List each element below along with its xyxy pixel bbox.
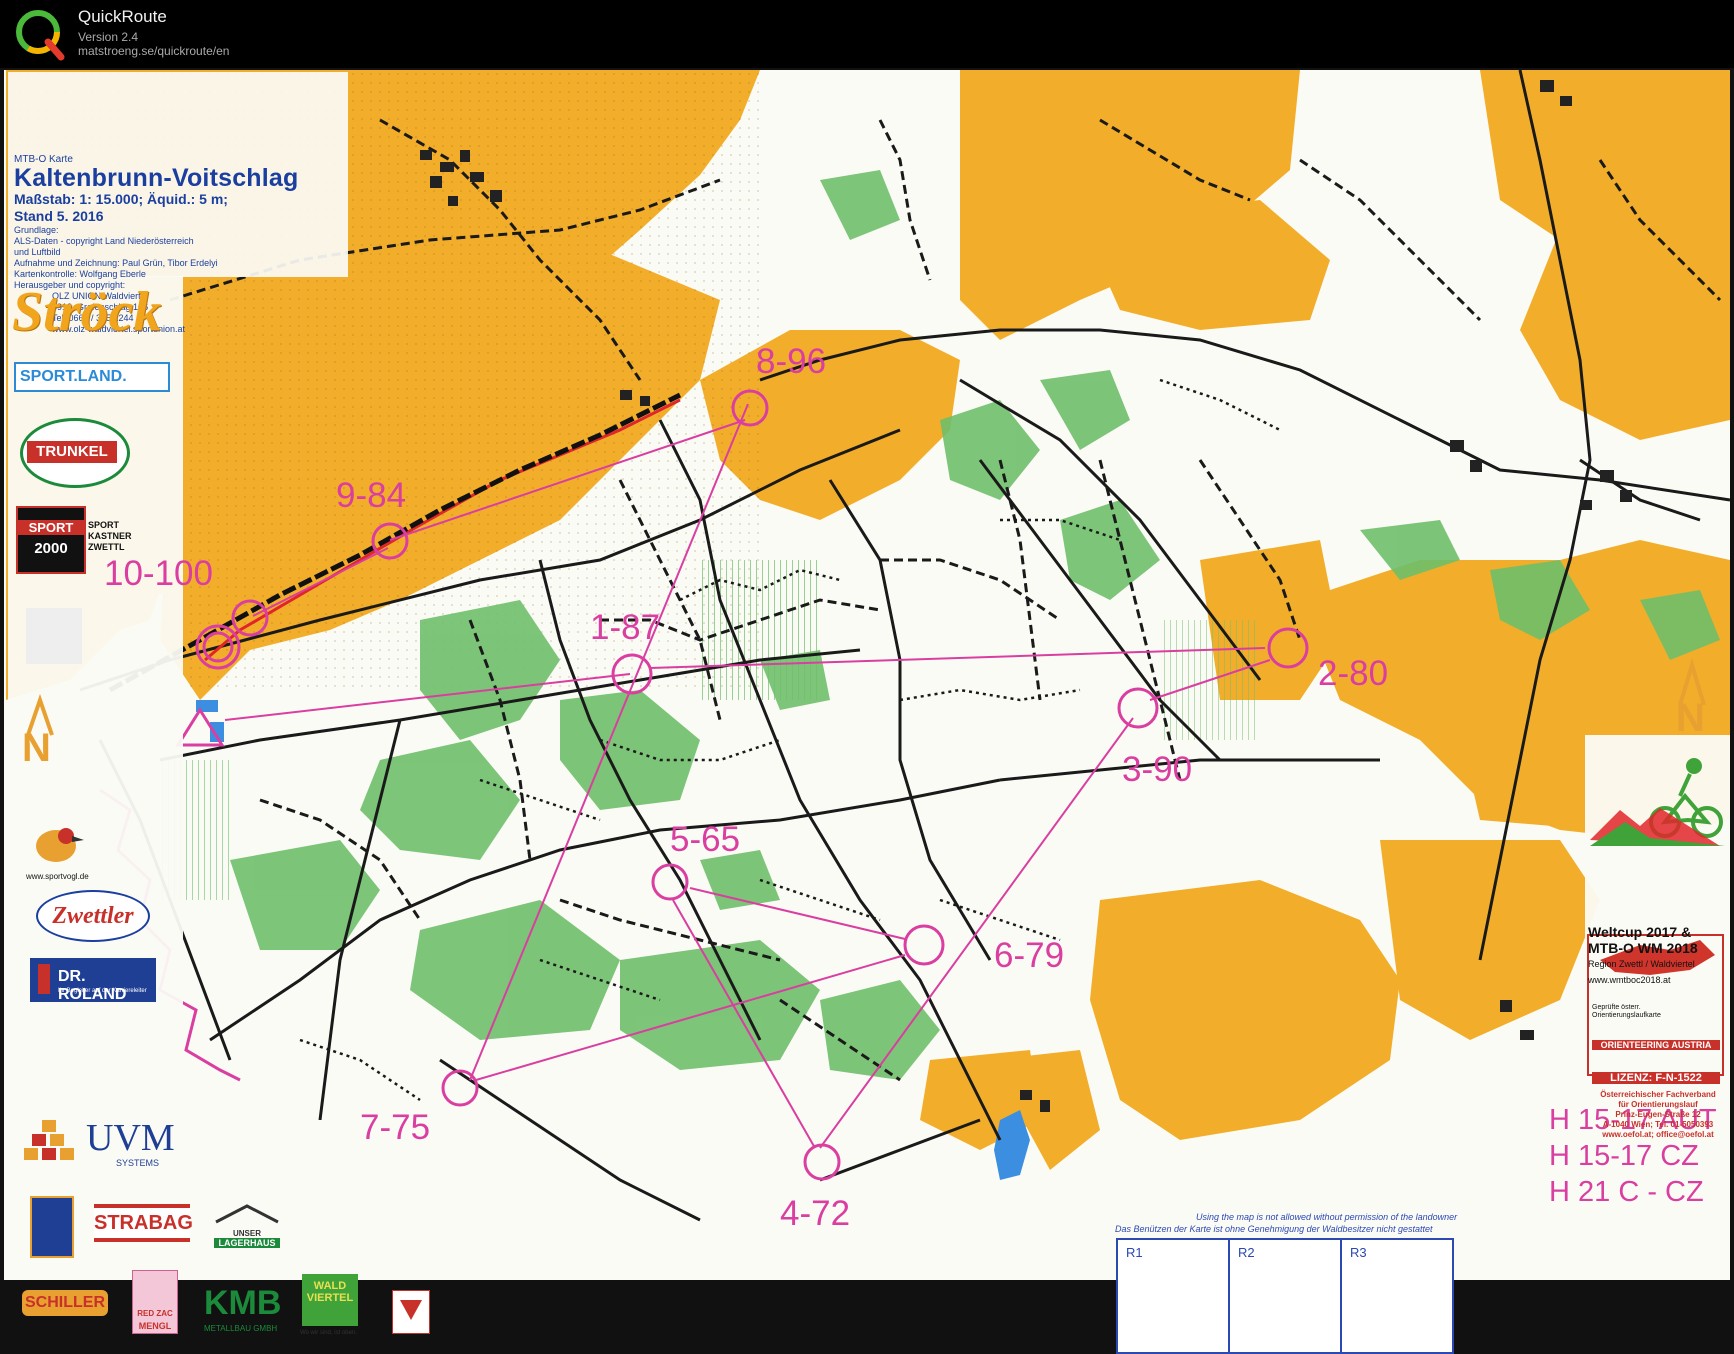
mengl-name: MENGL (138, 1321, 172, 1331)
lighthouse-icon (38, 964, 50, 994)
legend-line: und Luftbild (14, 247, 61, 257)
legend-line: Aufnahme und Zeichnung: Paul Grün, Tibor… (14, 258, 218, 268)
sponsor-strabag: STRABAG (94, 1204, 193, 1242)
kastner-line: ZWETTL (88, 542, 125, 552)
license-line: A-1040 Wien; Tel. 01-5050393 (1602, 1120, 1714, 1129)
sponsor-kastner: SPORT KASTNER ZWETTL (88, 520, 132, 553)
north-label: N (22, 726, 51, 770)
control-label-8: 8-96 (756, 342, 827, 381)
legend-line: ALS-Daten - copyright Land Niederösterre… (14, 236, 194, 246)
sponsor-zwettler: Zwettler (36, 890, 150, 942)
map-title: Kaltenbrunn-Voitschlag (14, 164, 299, 192)
event-url: www.wmtboc2018.at (1588, 975, 1671, 985)
legend-line: Grundlage: (14, 225, 59, 235)
app-url[interactable]: matstroeng.se/quickroute/en (78, 44, 229, 58)
sponsor-stroeck: Ströck (12, 281, 162, 343)
control-label-1: 1-87 (590, 608, 661, 647)
legend-line: Kartenkontrolle: Wolfgang Eberle (14, 269, 146, 279)
license-number: LIZENZ: F-N-1522 (1592, 1072, 1720, 1084)
license-brand: ORIENTEERING AUSTRIA (1592, 1040, 1720, 1050)
sponsor-sport2000-logo: SPORT 2000 (16, 506, 86, 574)
map-scale: Maßstab: 1: 15.000; Äquid.: 5 m; (14, 191, 228, 207)
course-class: H 21 C - CZ (1549, 1176, 1704, 1208)
sponsor-trunkel-logo: TRUNKEL (20, 418, 130, 488)
quickroute-logo-icon (16, 10, 65, 61)
bundesheer-shield-icon (392, 1290, 430, 1334)
sponsor-kmb: KMB (204, 1284, 282, 1322)
result-box-label: R2 (1238, 1245, 1255, 1260)
notice-en: Using the map is not allowed without per… (1196, 1212, 1458, 1222)
sponsor-waldviertel-sub: Wo wir sind, ist oben. (300, 1330, 357, 1336)
event-region: Region Zwettl / Waldviertel (1588, 959, 1695, 969)
control-label-9: 9-84 (336, 476, 407, 515)
app-title: QuickRoute (78, 7, 167, 26)
result-box-r2: R2 (1228, 1238, 1342, 1354)
result-box-label: R1 (1126, 1245, 1143, 1260)
result-box-r1: R1 (1116, 1238, 1230, 1354)
sponsor-waldviertel: WALD VIERTEL (302, 1274, 358, 1326)
result-box-r3: R3 (1340, 1238, 1454, 1354)
license-address: Österreichischer Fachverband für Orienti… (1594, 1090, 1722, 1140)
sponsor-roland-logo: DR. ROLAND Ihr Begleiter auf der Karrier… (30, 958, 156, 1003)
sponsor-uvm-sub: SYSTEMS (116, 1158, 160, 1168)
title-bar: QuickRoute Version 2.4 matstroeng.se/qui… (0, 0, 1734, 68)
control-label-5: 5-65 (670, 820, 741, 859)
event-line: MTB-O WM 2018 (1588, 940, 1698, 956)
sponsor-lagerhaus-logo: UNSER LAGERHAUS (212, 1204, 282, 1254)
lagerhaus-top: UNSER (232, 1229, 261, 1238)
kastner-line: KASTNER (88, 531, 132, 541)
license-line: für Orientierungslauf (1618, 1100, 1698, 1109)
course-class: H 15-17 CZ (1549, 1140, 1699, 1172)
sponsor-sportland: SPORT.LAND. (14, 362, 170, 392)
map-view[interactable]: MTB-O Karte Kaltenbrunn-Voitschlag Maßst… (0, 68, 1734, 1354)
control-label-2: 2-80 (1318, 654, 1389, 693)
sponsor-uvm: UVM (86, 1117, 175, 1159)
sponsor-redzac-logo: RED ZAC MENGL (132, 1270, 178, 1334)
crest-logo-icon (30, 1196, 74, 1258)
roland-tagline: Ihr Begleiter auf der Karriereleiter (58, 988, 147, 994)
kastner-line: SPORT (88, 520, 120, 530)
lagerhaus-bottom: LAGERHAUS (214, 1238, 280, 1248)
control-label-10: 10-100 (104, 554, 213, 593)
event-line: Weltcup 2017 & (1588, 924, 1692, 940)
license-top: Geprüfte österr. Orientierungslaufkarte (1592, 1004, 1661, 1019)
sponsor-sportvogl: www.sportvogl.de (26, 872, 89, 881)
event-info: Weltcup 2017 & MTB-O WM 2018 Region Zwet… (1588, 924, 1698, 988)
control-label-4: 4-72 (780, 1194, 851, 1233)
notice-de: Das Benützen der Karte ist ohne Genehmig… (1115, 1224, 1433, 1234)
license-line: Österreichischer Fachverband (1600, 1090, 1716, 1099)
control-label-3: 3-90 (1122, 750, 1193, 789)
map-date: Stand 5. 2016 (14, 208, 104, 224)
house-roof-icon (215, 1204, 279, 1224)
redzac-name: RED ZAC (137, 1309, 173, 1318)
control-label-7: 7-75 (360, 1108, 431, 1147)
uvm-cubes-icon (24, 1120, 74, 1160)
quickroute-window: QuickRoute Version 2.4 matstroeng.se/qui… (0, 0, 1734, 1354)
roland-name: DR. ROLAND (58, 968, 127, 1003)
north-label: N (1676, 696, 1705, 740)
sponsor-schiller: SCHILLER (22, 1290, 108, 1316)
sponsor-kmb-sub: METALLBAU GMBH (204, 1324, 278, 1333)
sponsor-trunkel: TRUNKEL (27, 441, 117, 463)
sportvogl-bird-icon (36, 828, 84, 862)
sport2000-top: SPORT (18, 520, 84, 535)
app-version: Version 2.4 (78, 30, 139, 44)
result-box-label: R3 (1350, 1245, 1367, 1260)
license-line: Prinz-Eugen-Straße 12 (1615, 1110, 1701, 1119)
sponsor-blank-logo (26, 608, 82, 664)
control-label-6: 6-79 (994, 936, 1065, 975)
sport2000-bottom: 2000 (34, 540, 68, 557)
license-line: www.oefol.at; office@oefol.at (1602, 1130, 1714, 1139)
